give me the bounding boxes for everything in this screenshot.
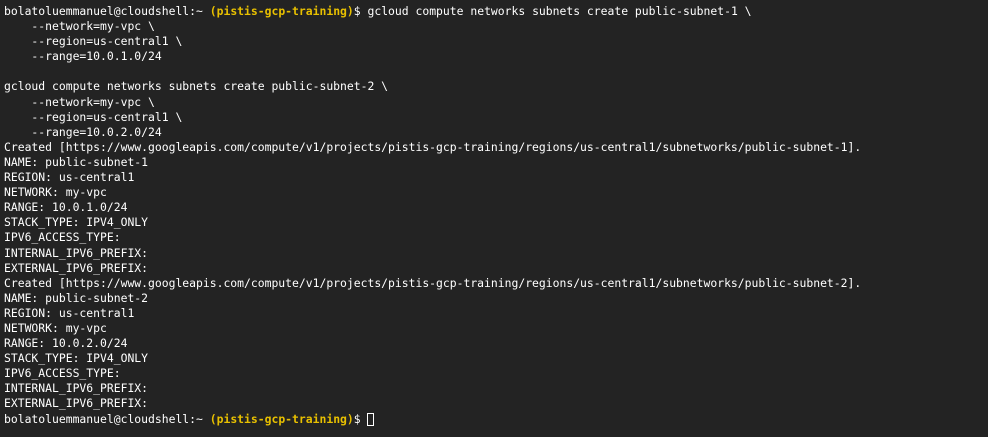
terminal-output-line: --region=us-central1 \ [4, 109, 183, 124]
terminal-output-line: INTERNAL_IPV6_PREFIX: [4, 245, 149, 260]
terminal-output-line: RANGE: 10.0.1.0/24 [4, 200, 128, 215]
terminal-output-line: --region=us-central1 \ [4, 34, 183, 49]
terminal-output-line: EXTERNAL_IPV6_PREFIX: [4, 396, 149, 411]
terminal-output-line: STACK_TYPE: IPV4_ONLY [4, 215, 149, 230]
prompt-project: (pistis-gcp-training) [209, 4, 354, 18]
active-prompt-project: (pistis-gcp-training) [209, 411, 354, 426]
terminal-output-line: Created [https://www.googleapis.com/comp… [4, 275, 862, 290]
active-prompt-cwd: ~ [196, 411, 203, 426]
terminal-output-line: NETWORK: my-vpc [4, 185, 107, 200]
cursor-caret[interactable] [367, 412, 375, 426]
prompt-user-host: bolatoluemmanuel@cloudshell: [4, 4, 197, 18]
command-prompt-line: bolatoluemmanuel@cloudshell:~ (pistis-gc… [4, 4, 988, 19]
terminal-output-line: Created [https://www.googleapis.com/comp… [4, 139, 862, 154]
active-prompt-sigil: $ [353, 411, 361, 426]
terminal-output-line: --range=10.0.1.0/24 [4, 49, 162, 64]
terminal-output: --network=my-vpc \ --region=us-central1 … [4, 19, 988, 411]
terminal-output-line: --network=my-vpc \ [4, 94, 155, 109]
terminal-output-line: INTERNAL_IPV6_PREFIX: [4, 381, 149, 396]
terminal-output-line: gcloud compute networks subnets create p… [4, 79, 389, 94]
terminal-output-line: REGION: us-central1 [4, 305, 135, 320]
terminal-output-line: REGION: us-central1 [4, 170, 135, 185]
prompt-cwd: ~ [196, 4, 203, 18]
first-command-text: gcloud compute networks subnets create p… [367, 4, 752, 18]
terminal-output-line: NAME: public-subnet-2 [4, 290, 149, 305]
terminal-output-line: --network=my-vpc \ [4, 19, 155, 34]
terminal-output-line: NAME: public-subnet-1 [4, 154, 149, 169]
terminal-output-line: IPV6_ACCESS_TYPE: [4, 230, 121, 245]
active-prompt-line[interactable]: bolatoluemmanuel@cloudshell:~ (pistis-gc… [4, 412, 988, 427]
terminal-output-line: NETWORK: my-vpc [4, 320, 107, 335]
terminal-output-line: STACK_TYPE: IPV4_ONLY [4, 351, 149, 366]
prompt-sigil: $ [353, 4, 361, 18]
active-prompt-user-host: bolatoluemmanuel@cloudshell: [4, 411, 197, 426]
terminal-window[interactable]: bolatoluemmanuel@cloudshell:~ (pistis-gc… [0, 0, 988, 437]
terminal-output-line: --range=10.0.2.0/24 [4, 124, 162, 139]
terminal-output-line: EXTERNAL_IPV6_PREFIX: [4, 260, 149, 275]
terminal-output-line: RANGE: 10.0.2.0/24 [4, 336, 128, 351]
terminal-output-line: IPV6_ACCESS_TYPE: [4, 366, 121, 381]
